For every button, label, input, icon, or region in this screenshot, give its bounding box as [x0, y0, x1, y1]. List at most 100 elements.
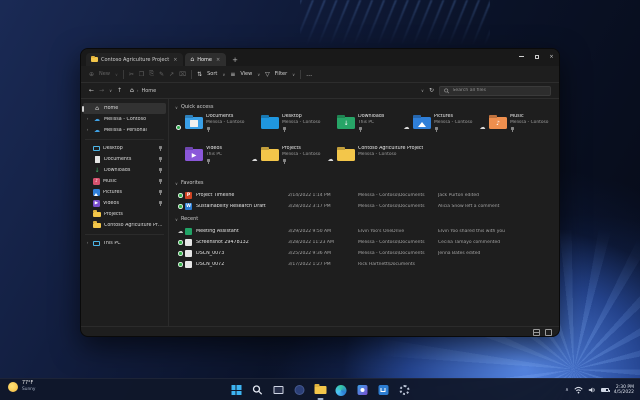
details-view-button[interactable]	[533, 329, 540, 336]
share-button[interactable]: ↗	[169, 71, 174, 78]
breadcrumb[interactable]: ⌂ › Home	[130, 88, 416, 94]
view-button[interactable]: ≡ View ∨	[230, 71, 260, 78]
chevron-down-icon: ∨	[257, 71, 261, 77]
sidebar-item-melissa-personal[interactable]: › ☁ Melissa - Personal	[83, 125, 166, 136]
cloud-status-icon: ☁	[177, 228, 184, 235]
paste-button[interactable]: ⎘	[149, 70, 154, 78]
pin-icon	[158, 168, 163, 174]
sidebar-item-videos[interactable]: ▶ Videos	[83, 198, 166, 209]
separator	[122, 69, 124, 79]
file-location: Melissa - Contoso\Documents	[358, 193, 425, 198]
search-input[interactable]	[452, 88, 546, 93]
wifi-icon[interactable]	[574, 386, 583, 394]
sidebar-item-contoso-agriculture-project[interactable]: Contoso Agriculture Project	[83, 220, 166, 231]
tile-downloads[interactable]: ↓ Downloads This PC	[327, 114, 402, 140]
sidebar-item-music[interactable]: ♪ Music	[83, 176, 166, 187]
taskbar-search-button[interactable]	[251, 384, 264, 397]
sync-status-icon	[178, 251, 183, 256]
more-options-button[interactable]: …	[306, 71, 312, 78]
maximize-button[interactable]	[529, 49, 544, 64]
chevron-down-icon[interactable]: ∨	[175, 217, 178, 222]
search-box[interactable]	[439, 85, 551, 96]
battery-icon[interactable]	[600, 387, 610, 393]
sidebar-item-melissa-contoso[interactable]: › ☁ Melissa - Contoso	[83, 114, 166, 125]
home-icon: ⌂	[190, 56, 195, 63]
file-row-screenshot-29478132[interactable]: Screenshot 29478132 3/28/2022 11:23 AM M…	[175, 237, 555, 248]
sidebar-item-this-pc[interactable]: › This PC	[83, 238, 166, 249]
sidebar-divider	[85, 139, 164, 140]
file-explorer-button[interactable]	[314, 384, 327, 400]
clock[interactable]: 2:30 PM 4/5/2022	[614, 385, 634, 396]
weather-widget[interactable]: 77°F Sunny	[8, 381, 35, 392]
sidebar-item-home[interactable]: ⌂ Home	[82, 103, 166, 114]
chat-button[interactable]	[293, 384, 306, 397]
expand-chevron-icon[interactable]: ›	[85, 128, 90, 133]
tile-videos[interactable]: ▶ Videos This PC	[175, 146, 250, 172]
edge-button[interactable]	[335, 384, 348, 397]
start-button[interactable]	[230, 384, 243, 397]
tab-close-icon[interactable]: ×	[172, 57, 178, 63]
back-button[interactable]: ←	[89, 87, 94, 94]
close-button[interactable]: ×	[544, 49, 559, 64]
tile-music[interactable]: ☁ ♪ Music Melissa - Contoso	[479, 114, 554, 140]
file-row-sustainability-research-draft[interactable]: W Sustainability Research Draft 3/28/202…	[175, 201, 555, 212]
new-button[interactable]: ⊕ New ∨	[89, 71, 118, 78]
forward-button[interactable]: →	[99, 87, 104, 94]
active-app-indicator	[317, 398, 323, 400]
tab-strip: Contoso Agriculture Project × ⌂ Home × +	[81, 53, 238, 66]
file-activity: Elvin Yoo shared this with you	[438, 229, 506, 234]
chevron-down-icon[interactable]: ∨	[175, 105, 178, 110]
delete-button[interactable]: ⌧	[179, 71, 186, 78]
sidebar-item-pictures[interactable]: Pictures	[83, 187, 166, 198]
section-quick-access-header[interactable]: ∨ Quick access	[175, 104, 555, 110]
up-button[interactable]: ↑	[117, 87, 122, 94]
tile-projects[interactable]: ☁ Projects Melissa - Contoso	[251, 146, 326, 172]
pictures-folder-icon	[413, 117, 431, 129]
file-row-meeting-assistant[interactable]: ☁ Meeting Assistant 3/29/2022 9:50 AM El…	[175, 226, 555, 237]
store-button[interactable]	[377, 384, 390, 397]
filter-button[interactable]: ▽ Filter ∨	[265, 71, 295, 78]
tile-pictures[interactable]: ☁ Pictures Melissa - Contoso	[403, 114, 478, 140]
speaker-icon[interactable]	[588, 386, 596, 394]
new-tab-button[interactable]: +	[232, 56, 238, 66]
tab-contoso-agriculture-project[interactable]: Contoso Agriculture Project ×	[86, 53, 184, 66]
settings-button[interactable]	[398, 384, 411, 397]
tab-home[interactable]: ⌂ Home ×	[185, 53, 227, 66]
rename-button[interactable]: ✎	[159, 71, 164, 78]
expand-chevron-icon[interactable]: ›	[85, 241, 90, 246]
recent-locations-button[interactable]: ∨	[109, 88, 112, 93]
titlebar[interactable]: Contoso Agriculture Project × ⌂ Home × +…	[81, 49, 559, 66]
chevron-down-icon[interactable]: ∨	[175, 181, 178, 186]
refresh-button[interactable]: ↻	[429, 87, 434, 94]
sidebar-item-downloads[interactable]: ↓ Downloads	[83, 165, 166, 176]
sidebar-item-documents[interactable]: Documents	[83, 154, 166, 165]
section-favorites-header[interactable]: ∨ Favorites	[175, 180, 555, 186]
file-activity: Jenna Bates edited	[438, 251, 481, 256]
section-recent-header[interactable]: ∨ Recent	[175, 216, 555, 222]
tray-expand-button[interactable]: ∧	[565, 387, 569, 393]
tab-close-icon[interactable]: ×	[215, 57, 221, 63]
sidebar-item-projects[interactable]: Projects	[83, 209, 166, 220]
chat-icon	[294, 385, 304, 395]
file-row-project-timeline[interactable]: P Project Timeline 2/14/2022 1:14 PM Mel…	[175, 190, 555, 201]
tile-documents[interactable]: Documents Melissa - Contoso	[175, 114, 250, 140]
pin-icon	[158, 201, 163, 207]
tile-desktop[interactable]: Desktop Melissa - Contoso	[251, 114, 326, 140]
expand-chevron-icon[interactable]: ›	[85, 117, 90, 122]
task-view-button[interactable]	[272, 384, 285, 397]
file-row-dscn-0073[interactable]: DSCN_0073 3/25/2022 9:36 AM Melissa - Co…	[175, 248, 555, 259]
file-row-dscn-0072[interactable]: DSCN_0072 3/17/2022 1:27 PM Rick Hartnet…	[175, 259, 555, 270]
photos-button[interactable]	[356, 384, 369, 397]
tile-contoso-agriculture-project[interactable]: ☁ Contoso Agriculture Project Melissa - …	[327, 146, 437, 172]
address-dropdown-button[interactable]: ∨	[421, 88, 424, 93]
pin-icon	[158, 146, 163, 152]
cloud-status-icon: ☁	[251, 155, 258, 163]
sidebar-item-desktop[interactable]: Desktop	[83, 143, 166, 154]
icons-view-button[interactable]	[545, 329, 552, 336]
document-icon	[94, 156, 100, 163]
copy-button[interactable]: ❐	[139, 71, 144, 78]
breadcrumb-home[interactable]: Home	[141, 88, 156, 94]
minimize-button[interactable]	[514, 49, 529, 64]
cut-button[interactable]: ✂	[129, 71, 134, 78]
sort-button[interactable]: ⇅ Sort ∨	[197, 71, 225, 78]
